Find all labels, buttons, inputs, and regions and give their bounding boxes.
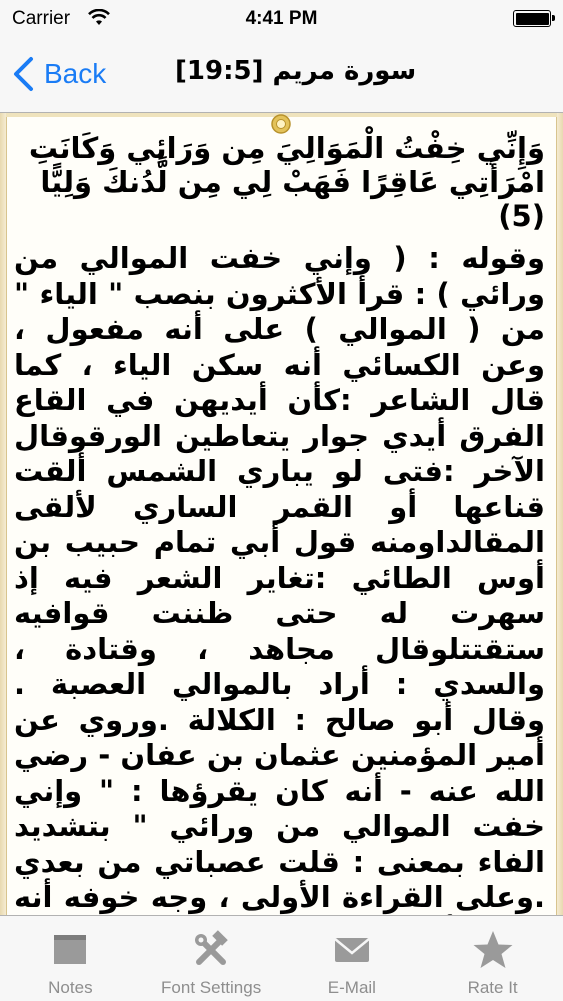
envelope-icon (334, 938, 370, 962)
clock: 4:41 PM (245, 8, 318, 29)
page-border-right (556, 113, 563, 915)
tab-font-settings-label: Font Settings (161, 978, 262, 997)
tab-rate-it-label: Rate It (467, 978, 518, 997)
tab-email-label: E-Mail (327, 978, 376, 997)
back-button[interactable]: Back (12, 52, 106, 96)
tafsir-text: وقوله : ( وإني خفت الموالي من ورائي ) : … (14, 241, 545, 914)
page-title: سورة مريم [19:5] (175, 56, 417, 86)
tab-notes[interactable]: Notes (0, 916, 141, 1001)
notes-icon (54, 935, 87, 964)
chevron-left-icon (14, 57, 33, 91)
tools-icon (195, 930, 228, 965)
tab-email[interactable]: E-Mail (282, 916, 423, 1001)
page-border-left (0, 113, 7, 915)
star-icon (473, 931, 513, 968)
tab-rate-it[interactable]: Rate It (422, 916, 563, 1001)
back-label: Back (44, 58, 107, 89)
navigation-bar: Back سورة مريم [19:5] (0, 38, 563, 113)
quran-verse: وَإِنِّي خِفْتُ الْمَوَالِيَ مِن وَرَائِ… (28, 131, 545, 233)
tafsir-reader[interactable]: وَإِنِّي خِفْتُ الْمَوَالِيَ مِن وَرَائِ… (0, 113, 563, 915)
status-bar: Carrier 4:41 PM (0, 0, 563, 38)
battery-icon (513, 10, 555, 27)
tab-font-settings[interactable]: Font Settings (141, 916, 282, 1001)
tab-notes-label: Notes (48, 978, 93, 997)
tab-bar: Notes Font Settings E-Mail Rate It (0, 915, 563, 1001)
